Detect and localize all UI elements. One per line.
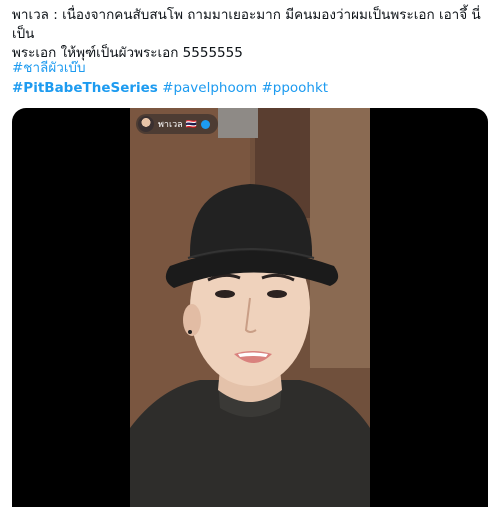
hashtag-pitbabe[interactable]: #PitBabeTheSeries <box>12 80 158 96</box>
video-player[interactable]: พาเวล 🇹🇭 <box>12 108 488 507</box>
tweet-line-1: พาเวล : เนื่องจากคนสับสนโพ ถามมาเยอะมาก … <box>12 7 481 42</box>
video-still <box>130 108 370 507</box>
avatar <box>138 116 154 132</box>
verified-icon <box>200 119 210 129</box>
hashtag-chalee[interactable]: #ชาลีผัวเบ๊บ <box>12 60 86 76</box>
video-frame[interactable]: พาเวล 🇹🇭 <box>130 108 370 507</box>
hashtag-ppoohkt[interactable]: #ppoohkt <box>261 80 328 96</box>
hashtags: #ชาลีผัวเบ๊บ #PitBabeTheSeries #pavelpho… <box>12 58 328 98</box>
tweet-text: พาเวล : เนื่องจากคนสับสนโพ ถามมาเยอะมาก … <box>12 6 492 63</box>
hashtag-pavelphoom[interactable]: #pavelphoom <box>162 80 257 96</box>
live-user-badge[interactable]: พาเวล 🇹🇭 <box>136 114 218 134</box>
live-username: พาเวล 🇹🇭 <box>158 120 197 130</box>
